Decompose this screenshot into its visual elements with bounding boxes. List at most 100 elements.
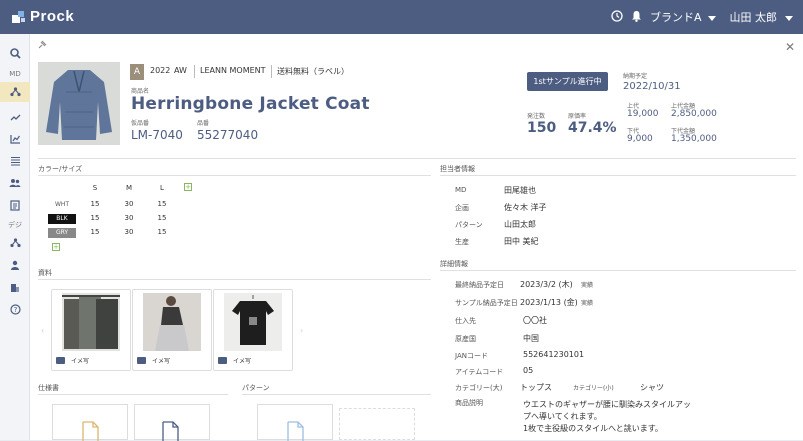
bell-icon[interactable] xyxy=(631,10,642,25)
pattern-title: パターン xyxy=(242,384,270,392)
staff-name: 田中 美紀 xyxy=(504,237,539,246)
detail-note: 実績 xyxy=(581,300,594,307)
app-name: Prock xyxy=(30,8,75,25)
add-pattern-card[interactable] xyxy=(339,408,415,440)
spec-title: 仕様書 xyxy=(38,384,59,392)
svg-text:?: ? xyxy=(13,306,17,314)
category-small-label: カテゴリー(小) xyxy=(573,385,614,392)
spec-file-card[interactable] xyxy=(134,404,210,441)
detail-key: JANコード xyxy=(455,352,488,360)
material-image xyxy=(62,293,120,351)
size-header: M xyxy=(125,184,133,192)
app-logo[interactable]: Prock xyxy=(11,8,74,25)
material-label: イメ写 xyxy=(233,358,252,365)
material-card[interactable]: イメ写 xyxy=(132,289,212,371)
qty-cell[interactable]: 30 xyxy=(119,200,139,208)
category-large-label: カテゴリー(大) xyxy=(455,384,503,392)
users-icon[interactable] xyxy=(0,174,30,192)
material-image xyxy=(224,293,282,351)
product-number-label: 品番 xyxy=(197,120,210,127)
spec-file-card[interactable] xyxy=(52,404,128,441)
document-icon[interactable] xyxy=(0,196,30,214)
product-image xyxy=(38,62,120,145)
qty-cell[interactable]: 15 xyxy=(152,200,172,208)
wholesale-price: 9,000 xyxy=(627,134,653,144)
list-icon[interactable] xyxy=(0,152,30,170)
product-year: 2022 xyxy=(150,66,171,75)
folder-icon xyxy=(137,357,146,364)
material-label: イメ写 xyxy=(71,358,90,365)
detail-value: 2023/3/2 (木) xyxy=(520,280,573,289)
detail-value: 05 xyxy=(523,366,534,375)
qty-cell[interactable]: 30 xyxy=(119,214,139,222)
divider xyxy=(38,394,228,395)
sidebar-item-products[interactable] xyxy=(0,82,30,102)
detail-value: 中国 xyxy=(523,334,539,343)
user-name: 山田 太郎 xyxy=(729,11,778,24)
qty-cell[interactable]: 15 xyxy=(152,228,172,236)
building-icon[interactable] xyxy=(0,278,30,296)
qty-cell[interactable]: 15 xyxy=(85,214,105,222)
material-card[interactable]: イメ写 xyxy=(213,289,293,371)
category-large: トップス xyxy=(520,383,552,392)
temp-number-label: 仮品番 xyxy=(131,120,150,127)
description-label: 商品説明 xyxy=(455,399,483,407)
brand-selector[interactable]: ブランドA xyxy=(650,9,716,25)
product-brand: LEANN MOMENT xyxy=(200,66,266,75)
qty-cell[interactable]: 15 xyxy=(85,200,105,208)
staff-title: 担当者情報 xyxy=(440,165,475,173)
material-card[interactable]: イメ写 xyxy=(51,289,131,371)
add-size-icon[interactable]: + xyxy=(184,183,192,191)
pattern-file-card[interactable] xyxy=(257,404,333,441)
detail-key: 仕入先 xyxy=(455,317,476,325)
user-menu[interactable]: 山田 太郎 xyxy=(729,9,793,25)
search-icon[interactable] xyxy=(0,44,30,62)
logo-icon xyxy=(11,9,27,25)
folder-icon xyxy=(56,357,65,364)
size-header: S xyxy=(92,184,98,192)
staff-role: パターン xyxy=(455,221,483,229)
details-title: 詳細情報 xyxy=(440,260,468,268)
sidebar-section-md: MD xyxy=(9,70,21,78)
close-icon[interactable]: ✕ xyxy=(785,40,795,54)
network-icon[interactable] xyxy=(0,234,30,252)
staff-name: 田尾雄也 xyxy=(504,186,536,195)
chart-icon[interactable] xyxy=(0,130,30,148)
color-tag-wht: WHT xyxy=(48,200,76,210)
chevron-left-icon[interactable]: ‹ xyxy=(41,326,44,335)
trend-icon[interactable] xyxy=(0,108,30,126)
detail-key: 最終納品予定日 xyxy=(455,281,504,289)
divider xyxy=(242,394,431,395)
status-button[interactable]: 1stサンプル進行中 xyxy=(527,72,608,91)
add-color-icon[interactable]: + xyxy=(52,243,60,251)
user-icon[interactable] xyxy=(0,256,30,274)
file-icon xyxy=(287,421,304,441)
temp-number: LM-7040 xyxy=(131,128,183,142)
qty-cell[interactable]: 15 xyxy=(85,228,105,236)
clock-icon[interactable] xyxy=(611,9,623,25)
sidebar: MD デジ ? xyxy=(0,34,30,440)
detail-note: 実績 xyxy=(581,282,594,289)
file-icon xyxy=(82,421,99,441)
sidebar-section-design: デジ xyxy=(8,221,22,229)
due-date: 2022/10/31 xyxy=(623,81,681,92)
color-tag-blk: BLK xyxy=(48,214,76,224)
detail-key: アイテムコード xyxy=(455,368,504,376)
chevron-down-icon xyxy=(707,16,716,21)
pin-icon[interactable] xyxy=(37,40,47,53)
order-qty-label: 発注数 xyxy=(527,113,546,120)
material-label: イメ写 xyxy=(152,358,171,365)
product-name: Herringbone Jacket Coat xyxy=(131,94,370,114)
detail-key: 原産国 xyxy=(455,335,476,343)
divider xyxy=(38,279,431,280)
qty-cell[interactable]: 30 xyxy=(119,228,139,236)
folder-icon xyxy=(218,357,227,364)
qty-cell[interactable]: 15 xyxy=(152,214,172,222)
chevron-right-icon[interactable]: › xyxy=(300,326,303,335)
description-line: ウエストのギャザーが腰に馴染みスタイルアッ xyxy=(523,400,691,409)
staff-role: 生産 xyxy=(455,238,469,246)
detail-key: サンプル納品予定日 xyxy=(455,299,518,307)
help-icon[interactable]: ? xyxy=(0,300,30,318)
due-date-label: 納期予定 xyxy=(623,73,648,80)
cost-rate: 47.4% xyxy=(568,120,617,136)
